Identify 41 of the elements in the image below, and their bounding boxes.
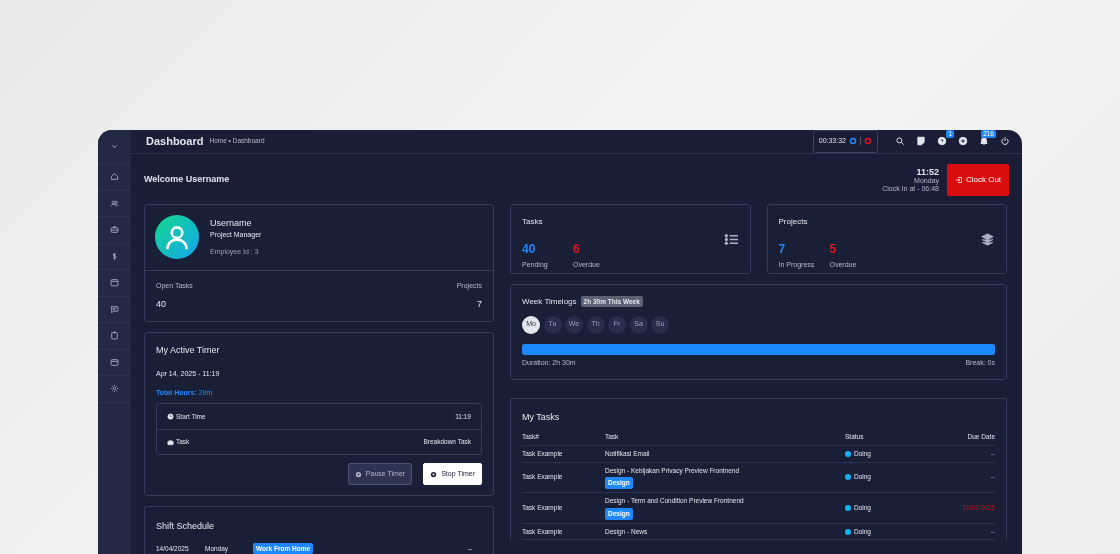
- stat-value: 5: [829, 242, 837, 255]
- settings-icon[interactable]: [110, 384, 119, 394]
- card-title: Projects: [778, 215, 809, 228]
- card-title: My Tasks: [522, 410, 561, 424]
- card-title: Week Timelogs: [522, 295, 577, 308]
- search-icon[interactable]: [895, 136, 905, 147]
- record-icon[interactable]: [849, 137, 857, 146]
- page-title: Dashboard: [146, 134, 204, 149]
- power-icon[interactable]: [1000, 136, 1010, 147]
- clock-out-button[interactable]: Clock Out: [947, 164, 1009, 196]
- stat-value: 7: [476, 298, 482, 311]
- layers-icon: [980, 231, 995, 247]
- stop-icon[interactable]: [864, 137, 872, 146]
- user-name: Username: [210, 216, 253, 230]
- briefcase-icon: [167, 438, 174, 446]
- stop-icon: [430, 470, 438, 478]
- stat-value: 7: [778, 242, 786, 255]
- clock-icon[interactable]: [937, 136, 947, 147]
- briefcase-icon[interactable]: [110, 225, 119, 235]
- stat-value: 40: [522, 242, 536, 255]
- home-icon[interactable]: [110, 172, 119, 182]
- clock-time: 11:52: [915, 166, 939, 178]
- plus-icon[interactable]: [958, 136, 968, 147]
- card-title: Tasks: [522, 215, 544, 228]
- chat-icon[interactable]: [110, 304, 119, 314]
- collapse-icon[interactable]: [110, 142, 119, 151]
- welcome-heading: Welcome Username: [144, 173, 230, 187]
- clipboard-icon[interactable]: [110, 331, 119, 341]
- card-title: Shift Schedule: [156, 520, 216, 533]
- stat-value: 40: [156, 298, 167, 311]
- stat-value: 6: [573, 242, 580, 255]
- list-icon: [723, 231, 739, 247]
- clock-icon: [167, 413, 174, 420]
- users-icon[interactable]: [110, 198, 119, 208]
- window-icon[interactable]: [110, 357, 119, 367]
- user-icon: [163, 223, 191, 251]
- bell-icon[interactable]: [979, 136, 989, 147]
- sign-in-icon: [954, 176, 963, 184]
- card-title: My Active Timer: [156, 343, 221, 357]
- calendar-icon[interactable]: [110, 278, 119, 288]
- note-icon[interactable]: [916, 136, 926, 147]
